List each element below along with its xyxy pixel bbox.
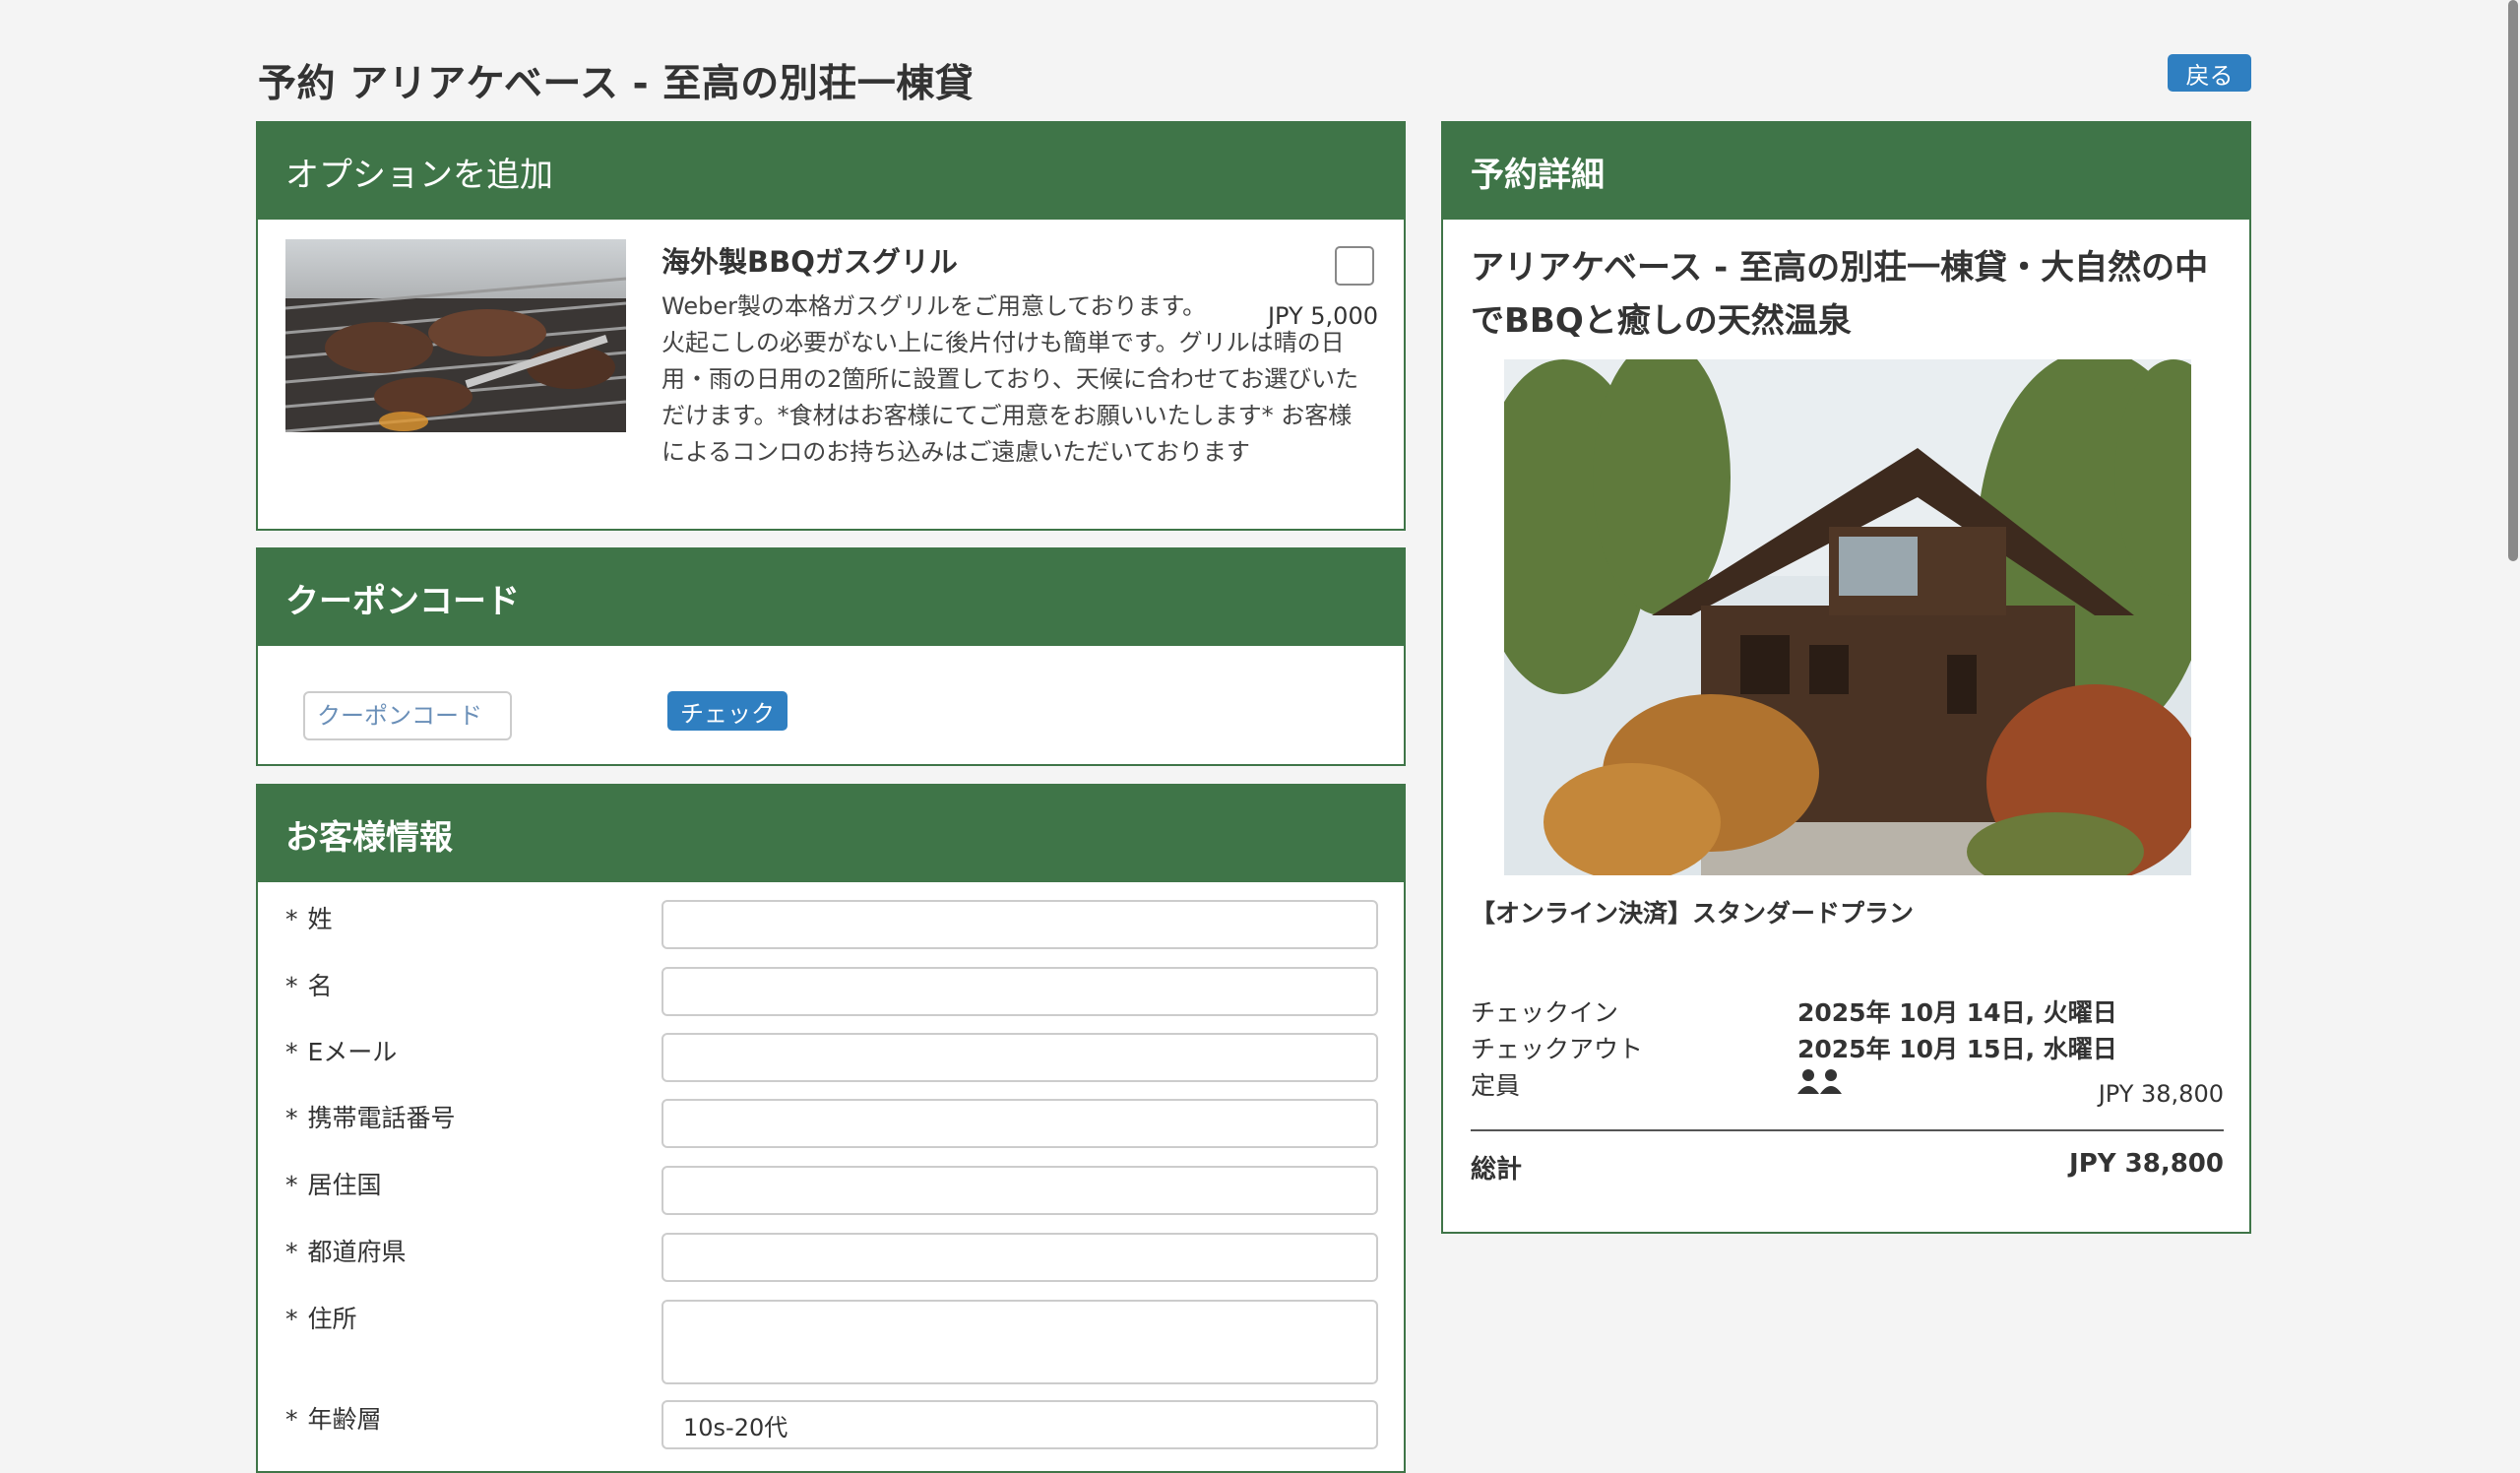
last-name-input[interactable] [662, 900, 1378, 949]
checkin-label: チェックイン [1471, 998, 1619, 1027]
age-select[interactable]: 10s-20代 [662, 1400, 1378, 1449]
two-people-icon [1797, 1068, 1843, 1100]
page-scrollbar[interactable] [2506, 0, 2520, 1422]
reservation-details-panel: 予約詳細 アリアケベース - 至高の別荘一棟貸・大自然の中でBBQと癒しの天然温… [1441, 121, 2251, 1234]
total-value: JPY 38,800 [2069, 1149, 2224, 1179]
option-description: Weber製の本格ガスグリルをご用意しております。 火起こしの必要がない上に後片… [662, 288, 1370, 471]
options-header: オプションを追加 [258, 123, 1404, 220]
scrollbar-thumb[interactable] [2508, 0, 2518, 561]
prefecture-label: * 都道府県 [285, 1238, 407, 1266]
details-divider [1471, 1129, 2224, 1131]
option-checkbox[interactable] [1335, 246, 1374, 286]
back-button[interactable]: 戻る [2168, 54, 2251, 92]
phone-label: * 携帯電話番号 [285, 1104, 456, 1132]
options-panel: オプションを追加 海外製BBQガスグリル Weber製の本格ガスグリルをご用意し… [256, 121, 1406, 531]
checkout-value: 2025年 10月 15日, 水曜日 [1797, 1035, 2117, 1063]
country-input[interactable] [662, 1166, 1378, 1215]
phone-input[interactable] [662, 1099, 1378, 1148]
first-name-input[interactable] [662, 967, 1378, 1016]
address-label: * 住所 [285, 1305, 357, 1333]
first-name-label: * 名 [285, 972, 333, 1000]
option-title: 海外製BBQガスグリル [662, 245, 958, 279]
option-price: JPY 5,000 [1267, 302, 1378, 330]
property-title: アリアケベース - 至高の別荘一棟貸・大自然の中でBBQと癒しの天然温泉 [1471, 248, 2209, 341]
plan-name: 【オンライン決済】スタンダードプラン [1471, 899, 1915, 928]
total-label: 総計 [1471, 1155, 1523, 1185]
email-input[interactable] [662, 1033, 1378, 1082]
details-header: 予約詳細 [1443, 123, 2249, 220]
address-textarea[interactable] [662, 1300, 1378, 1384]
option-description-line1: Weber製の本格ガスグリルをご用意しております。 [662, 292, 1207, 320]
last-name-label: * 姓 [285, 905, 333, 933]
property-photo [1504, 359, 2191, 875]
coupon-input[interactable] [303, 691, 512, 740]
coupon-header: クーポンコード [258, 549, 1404, 646]
country-label: * 居住国 [285, 1171, 382, 1199]
page-title: 予約 アリアケベース - 至高の別荘一棟貸 [258, 62, 975, 106]
room-price: JPY 38,800 [2098, 1080, 2224, 1108]
coupon-check-button[interactable]: チェック [667, 691, 788, 731]
email-label: * Eメール [285, 1038, 398, 1066]
checkin-value: 2025年 10月 14日, 火曜日 [1797, 998, 2117, 1027]
option-description-rest: 火起こしの必要がない上に後片付けも簡単です。グリルは晴の日用・雨の日用の2箇所に… [662, 329, 1359, 466]
checkout-label: チェックアウト [1471, 1035, 1644, 1063]
bbq-grill-image [285, 239, 626, 432]
prefecture-input[interactable] [662, 1233, 1378, 1282]
capacity-label: 定員 [1471, 1071, 1521, 1100]
customer-panel: お客様情報 * 姓 * 名 * Eメール * 携帯電話番号 * 居住国 * 都道府県 * 住所… [256, 784, 1406, 1473]
customer-header: お客様情報 [258, 786, 1404, 882]
age-label: * 年齢層 [285, 1405, 382, 1434]
coupon-panel: クーポンコード チェック [256, 547, 1406, 766]
